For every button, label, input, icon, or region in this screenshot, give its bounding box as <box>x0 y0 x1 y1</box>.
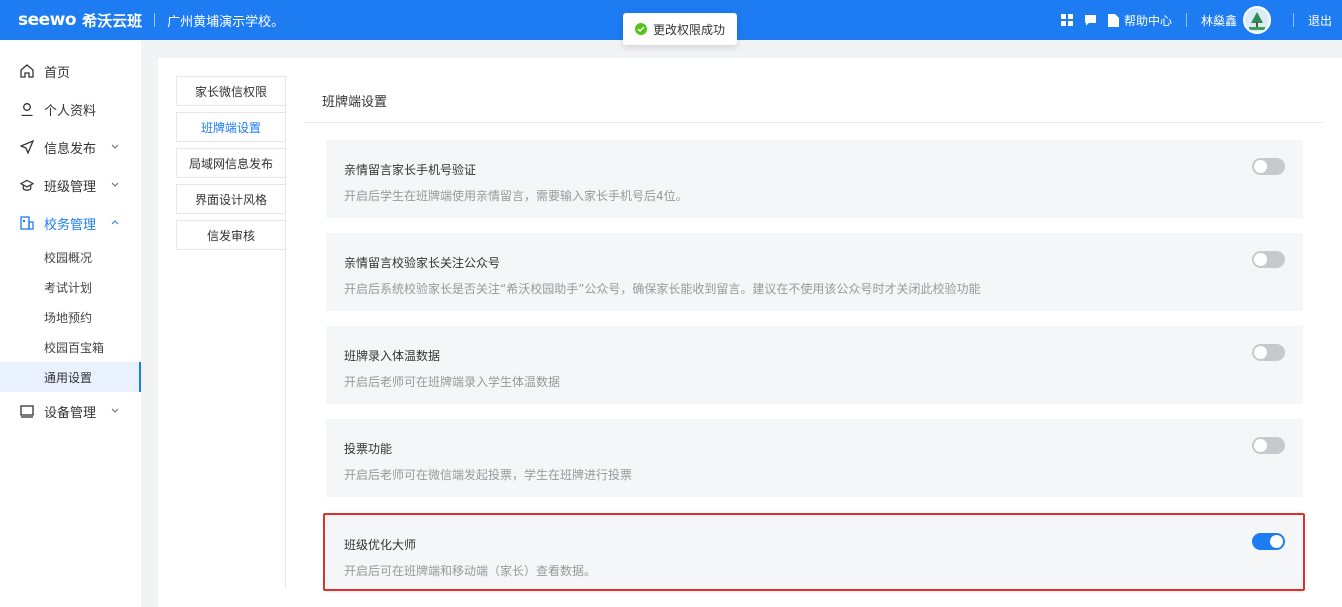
toggle-knob <box>1270 535 1283 548</box>
sidebar-item-devices[interactable]: 设备管理 <box>0 392 141 430</box>
sidebar-item-label: 个人资料 <box>44 103 97 119</box>
success-toast: 更改权限成功 <box>623 13 737 45</box>
tab-parent-wechat[interactable]: 家长微信权限 <box>176 76 286 106</box>
setting-desc: 开启后学生在班牌端使用亲情留言，需要输入家长手机号后4位。 <box>344 189 688 203</box>
apps-icon[interactable] <box>1060 13 1074 27</box>
toggle-knob <box>1254 160 1267 173</box>
setting-title: 投票功能 <box>344 442 393 456</box>
brand-logo[interactable]: seewo 希沃云班 <box>18 0 142 40</box>
user-icon <box>20 102 34 116</box>
school-name: 广州黄埔演示学校。 <box>167 14 285 30</box>
sidebar-subitem-general-settings[interactable]: 通用设置 <box>0 362 141 392</box>
toast-message: 更改权限成功 <box>653 22 726 37</box>
monitor-icon <box>20 404 34 418</box>
setting-desc: 开启后老师可在微信端发起投票，学生在班牌进行投票 <box>344 468 633 482</box>
setting-desc: 开启后老师可在班牌端录入学生体温数据 <box>344 375 561 389</box>
setting-card: 亲情留言家长手机号验证 开启后学生在班牌端使用亲情留言，需要输入家长手机号后4位… <box>326 140 1303 218</box>
tab-class-board[interactable]: 班牌端设置 <box>176 112 286 142</box>
sidebar-subitem-venue-booking[interactable]: 场地预约 <box>0 302 141 332</box>
tabs-divider <box>285 76 286 588</box>
send-icon <box>20 140 34 154</box>
chevron-down-icon <box>110 179 120 189</box>
sidebar-item-class[interactable]: 班级管理 <box>0 166 141 204</box>
tab-ui-style[interactable]: 界面设计风格 <box>176 184 286 214</box>
chevron-down-icon <box>110 405 120 415</box>
sidebar-item-label: 校务管理 <box>44 217 97 233</box>
sidebar-item-label: 班级管理 <box>44 179 97 195</box>
section-title: 班牌端设置 <box>322 95 388 110</box>
setting-title: 亲情留言校验家长关注公众号 <box>344 256 501 270</box>
chevron-down-icon <box>110 141 120 151</box>
office-icon <box>20 216 34 230</box>
settings-panel: 家长微信权限 班牌端设置 局域网信息发布 界面设计风格 信发审核 班牌端设置 亲… <box>158 58 1342 607</box>
setting-card: 投票功能 开启后老师可在微信端发起投票，学生在班牌进行投票 <box>326 419 1303 497</box>
document-icon <box>1107 13 1119 27</box>
setting-toggle[interactable] <box>1252 158 1285 175</box>
settings-tabs: 家长微信权限 班牌端设置 局域网信息发布 界面设计风格 信发审核 <box>176 76 286 256</box>
sidebar-item-label: 首页 <box>44 65 71 81</box>
sidebar-item-publish[interactable]: 信息发布 <box>0 128 141 166</box>
tab-lan-publish[interactable]: 局域网信息发布 <box>176 148 286 178</box>
home-icon <box>20 64 34 78</box>
header-divider <box>154 13 156 27</box>
setting-desc: 开启后系统校验家长是否关注“希沃校园助手”公众号，确保家长能收到留言。建议在不使… <box>344 282 981 296</box>
chevron-up-icon <box>110 217 120 227</box>
setting-title: 亲情留言家长手机号验证 <box>344 163 477 177</box>
setting-toggle[interactable] <box>1252 437 1285 454</box>
sidebar-item-profile[interactable]: 个人资料 <box>0 90 141 128</box>
header-separator <box>1292 13 1294 27</box>
sidebar-item-school-affairs[interactable]: 校务管理 <box>0 204 141 242</box>
sidebar-subitem-campus-overview[interactable]: 校园概况 <box>0 242 141 272</box>
help-center-label: 帮助中心 <box>1123 13 1172 28</box>
toggle-knob <box>1254 346 1267 359</box>
setting-card: 班牌录入体温数据 开启后老师可在班牌端录入学生体温数据 <box>326 326 1303 404</box>
graduation-icon <box>20 178 34 192</box>
message-icon[interactable] <box>1084 13 1098 27</box>
avatar[interactable] <box>1242 6 1271 34</box>
setting-toggle[interactable] <box>1252 533 1285 550</box>
setting-title: 班级优化大师 <box>344 538 417 552</box>
help-center-link[interactable]: 帮助中心 <box>1107 12 1172 29</box>
sidebar-subitem-toolbox[interactable]: 校园百宝箱 <box>0 332 141 362</box>
logo-text-en: seewo <box>18 10 77 30</box>
sidebar-item-label: 信息发布 <box>44 141 97 157</box>
setting-title: 班牌录入体温数据 <box>344 349 441 363</box>
sidebar-item-label: 设备管理 <box>44 405 97 421</box>
check-circle-icon <box>635 23 647 35</box>
header-separator <box>1185 13 1187 27</box>
section-divider <box>304 122 1324 123</box>
header-actions: 帮助中心 林燊鑫 退出 <box>1060 0 1342 40</box>
sidebar-item-home[interactable]: 首页 <box>0 52 141 90</box>
logo-text-cn: 希沃云班 <box>82 11 143 30</box>
setting-desc: 开启后可在班牌端和移动端（家长）查看数据。 <box>344 564 597 578</box>
sidebar-subitem-exam-plan[interactable]: 考试计划 <box>0 272 141 302</box>
sidebar: 首页 个人资料 信息发布 班级管理 校务管理 校园概况 考试计划 场地预约 校园… <box>0 40 141 607</box>
user-name[interactable]: 林燊鑫 <box>1201 12 1237 29</box>
setting-toggle[interactable] <box>1252 251 1285 268</box>
tab-publish-review[interactable]: 信发审核 <box>176 220 286 250</box>
setting-toggle[interactable] <box>1252 344 1285 361</box>
logout-button[interactable]: 退出 <box>1308 12 1332 29</box>
toggle-knob <box>1254 253 1267 266</box>
setting-card: 班级优化大师 开启后可在班牌端和移动端（家长）查看数据。 <box>326 515 1303 593</box>
toggle-knob <box>1254 439 1267 452</box>
setting-card: 亲情留言校验家长关注公众号 开启后系统校验家长是否关注“希沃校园助手”公众号，确… <box>326 233 1303 311</box>
